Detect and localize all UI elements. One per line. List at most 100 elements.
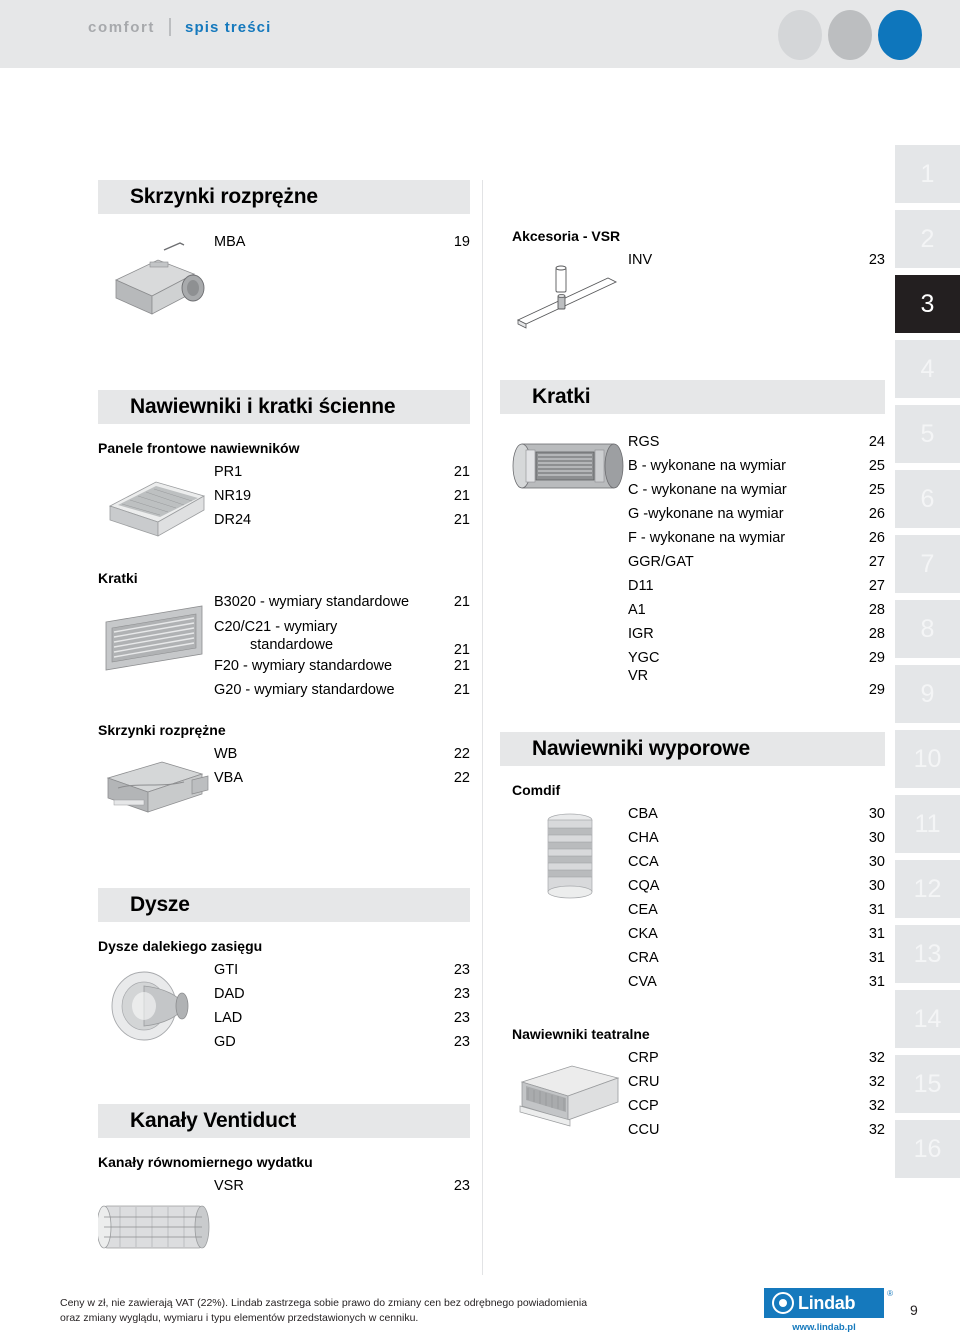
toc-row-label: VBA (214, 770, 244, 786)
chapter-tab-16[interactable]: 16 (895, 1120, 960, 1178)
toc-row[interactable]: VSR 23 (214, 1178, 470, 1202)
lindab-wordmark: Lindab (798, 1292, 856, 1313)
toc-row[interactable]: CBA 30 (628, 806, 885, 830)
toc-row[interactable]: CRA 31 (628, 950, 885, 974)
toc-row[interactable]: DR24 21 (214, 512, 470, 536)
toc-row-page: 32 (868, 1050, 885, 1066)
toc-row-label: CRU (628, 1074, 660, 1090)
toc-row[interactable]: F20 - wymiary standardowe 21 (214, 658, 470, 682)
toc-page: comfort spis treści Skrzynki rozprężne M… (0, 0, 960, 1344)
chapter-tab-13[interactable]: 13 (895, 925, 960, 983)
toc-row[interactable]: G20 - wymiary standardowe 21 (214, 682, 470, 706)
right-column: Akcesoria - VSR INV 23 Kratki RGS 24 B -… (500, 228, 885, 1146)
toc-row-page: 19 (453, 234, 470, 250)
toc-row[interactable]: INV 23 (628, 252, 885, 276)
toc-row-label: YGC (628, 650, 660, 666)
chapter-tab-9[interactable]: 9 (895, 665, 960, 723)
toc-row[interactable]: D11 27 (628, 578, 885, 602)
toc-row[interactable]: C20/C21 - wymiary standardowe 21 (214, 618, 470, 658)
toc-row-label: GTI (214, 962, 239, 978)
toc-row-page: 23 (868, 252, 885, 268)
toc-row[interactable]: B3020 - wymiary standardowe 21 (214, 594, 470, 618)
toc-row[interactable]: LAD 23 (214, 1010, 470, 1034)
toc-row[interactable]: GGR/GAT 27 (628, 554, 885, 578)
toc-row-label: NR19 (214, 488, 252, 504)
dot-light-icon (778, 10, 822, 60)
toc-row-label: CHA (628, 830, 659, 846)
entry-block: WB 22 VBA 22 (60, 744, 470, 830)
chapter-tab-11[interactable]: 11 (895, 795, 960, 853)
toc-row[interactable]: F - wykonane na wymiar 26 (628, 530, 885, 554)
toc-row[interactable]: PR1 21 (214, 464, 470, 488)
chapter-tab-10[interactable]: 10 (895, 730, 960, 788)
toc-row-page: 23 (453, 1010, 470, 1026)
toc-row-page: 29 (868, 650, 885, 666)
toc-row[interactable]: IGR 28 (628, 626, 885, 650)
page-header: comfort spis treści (0, 0, 960, 68)
toc-row[interactable]: G -wykonane na wymiar 26 (628, 506, 885, 530)
toc-row[interactable]: CRP 32 (628, 1050, 885, 1074)
toc-row[interactable]: CCU 32 (628, 1122, 885, 1146)
toc-row-page: 30 (868, 854, 885, 870)
chapter-tab-6[interactable]: 6 (895, 470, 960, 528)
toc-row[interactable]: C - wykonane na wymiar 25 (628, 482, 885, 506)
chapter-tab-12[interactable]: 12 (895, 860, 960, 918)
toc-row-label: CKA (628, 926, 658, 942)
toc-row[interactable]: DAD 23 (214, 986, 470, 1010)
subsection-nawiewniki-teatralne: Nawiewniki teatralne (512, 1026, 650, 1042)
toc-row[interactable]: CRU 32 (628, 1074, 885, 1098)
toc-row-label: G -wykonane na wymiar (628, 506, 784, 522)
footer-disclaimer: Ceny w zł, nie zawierają VAT (22%). Lind… (60, 1296, 680, 1326)
chapter-tab-1[interactable]: 1 (895, 145, 960, 203)
toc-row[interactable]: CCA 30 (628, 854, 885, 878)
toc-row-label: CCP (628, 1098, 659, 1114)
toc-row[interactable]: MBA 19 (214, 234, 470, 258)
section-band-kratki: Kratki (500, 380, 885, 414)
toc-row[interactable]: CCP 32 (628, 1098, 885, 1122)
toc-row-label: GGR/GAT (628, 554, 694, 570)
entry-block: GTI 23 DAD 23 LAD 23 GD 23 (60, 960, 470, 1058)
toc-row-page: 25 (868, 482, 885, 498)
toc-row[interactable]: CVA 31 (628, 974, 885, 998)
toc-row[interactable]: B - wykonane na wymiar 25 (628, 458, 885, 482)
toc-row[interactable]: A1 28 (628, 602, 885, 626)
chapter-tab-8[interactable]: 8 (895, 600, 960, 658)
toc-row[interactable]: GTI 23 (214, 962, 470, 986)
chapter-tab-14[interactable]: 14 (895, 990, 960, 1048)
toc-row-page: 21 (453, 464, 470, 480)
toc-row-page: 31 (868, 974, 885, 990)
chapter-tab-5[interactable]: 5 (895, 405, 960, 463)
toc-row[interactable]: GD 23 (214, 1034, 470, 1058)
header-brand-label: comfort (88, 18, 156, 36)
toc-row-label: C - wykonane na wymiar (628, 482, 787, 498)
toc-row[interactable]: CEA 31 (628, 902, 885, 926)
plenum-box-flat-thumb (98, 744, 214, 830)
chapter-tab-2[interactable]: 2 (895, 210, 960, 268)
toc-row[interactable]: CQA 30 (628, 878, 885, 902)
toc-row-label: WB (214, 746, 238, 762)
chapter-tab-4[interactable]: 4 (895, 340, 960, 398)
toc-row[interactable]: RGS 24 (628, 434, 885, 458)
chapter-tab-15[interactable]: 15 (895, 1055, 960, 1113)
toc-row-page: 32 (868, 1122, 885, 1138)
toc-row-page: 21 (453, 658, 470, 674)
toc-row-page: 27 (868, 578, 885, 594)
toc-row[interactable]: VR 29 (628, 668, 885, 698)
toc-row[interactable]: CKA 31 (628, 926, 885, 950)
toc-row[interactable]: YGC 29 (628, 650, 885, 668)
toc-row[interactable]: VBA 22 (214, 770, 470, 794)
toc-row-page: 22 (453, 770, 470, 786)
toc-row-page: 30 (868, 806, 885, 822)
chapter-tab-3[interactable]: 3 (895, 275, 960, 333)
toc-row[interactable]: NR19 21 (214, 488, 470, 512)
header-separator (169, 18, 172, 36)
column-divider (482, 180, 483, 1275)
toc-row-page: 30 (868, 830, 885, 846)
toc-row[interactable]: WB 22 (214, 746, 470, 770)
chapter-tab-7[interactable]: 7 (895, 535, 960, 593)
toc-row[interactable]: CHA 30 (628, 830, 885, 854)
toc-row-label: CCA (628, 854, 659, 870)
entry-rows: VSR 23 (214, 1176, 470, 1202)
toc-row-page: 24 (868, 434, 885, 450)
subsection-akcesoria-vsr: Akcesoria - VSR (512, 228, 621, 244)
